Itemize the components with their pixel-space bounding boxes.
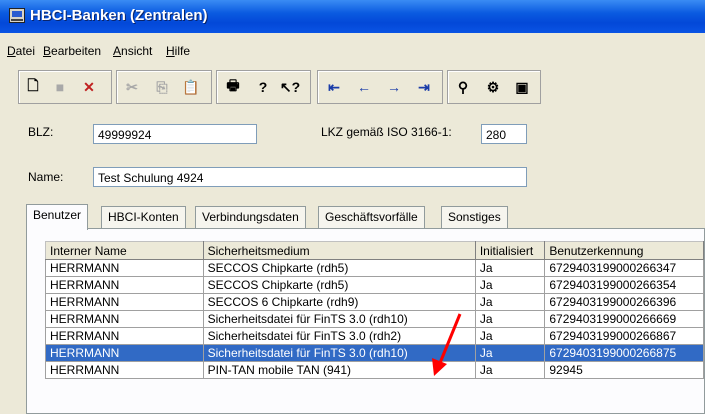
menu-ansicht[interactable]: Ansicht — [113, 44, 152, 58]
cut-icon[interactable]: ✂ — [121, 77, 143, 97]
menu-hilfe[interactable]: Hilfe — [166, 44, 190, 58]
cell-initialisiert: Ja — [474, 276, 546, 294]
tab-verbindungsdaten[interactable]: Verbindungsdaten — [195, 206, 306, 229]
cell-benutzerkennung: 6729403199000266354 — [544, 276, 704, 294]
table-header-row: Interner Name Sicherheitsmedium Initiali… — [45, 241, 704, 260]
new-document-icon[interactable]: 🗋 — [22, 77, 44, 97]
cell-interner-name: HERRMANN — [45, 293, 204, 311]
toolbar: 🗋 ■ ✕ ✂ ⎘ 📋 🖶 ? ↖? ⇤ ← → ⇥ ⚲ ⚙ ▣ — [0, 67, 705, 107]
column-header-benutzerkennung[interactable]: Benutzerkennung — [544, 241, 704, 260]
menu-bar: Datei Bearbeiten Ansicht Hilfe — [0, 33, 705, 67]
cell-interner-name: HERRMANN — [45, 310, 204, 328]
lkz-label: LKZ gemäß ISO 3166-1: — [321, 125, 452, 139]
column-header-initialisiert[interactable]: Initialisiert — [474, 241, 546, 260]
delete-icon[interactable]: ✕ — [78, 77, 100, 97]
name-field[interactable]: Test Schulung 4924 — [93, 167, 527, 187]
title-bar[interactable]: HBCI-Banken (Zentralen) — [0, 0, 705, 33]
save-icon[interactable]: ■ — [49, 77, 71, 97]
app-window: HBCI-Banken (Zentralen) Datei Bearbeiten… — [0, 0, 705, 414]
tab-geschaeftsvorfaelle[interactable]: Geschäftsvorfälle — [318, 206, 425, 229]
cell-interner-name: HERRMANN — [45, 327, 204, 345]
first-record-icon[interactable]: ⇤ — [323, 77, 345, 97]
cell-benutzerkennung: 6729403199000266396 — [544, 293, 704, 311]
table-row[interactable]: HERRMANN Sicherheitsdatei für FinTS 3.0 … — [45, 327, 704, 345]
cell-initialisiert: Ja — [474, 344, 546, 362]
cell-initialisiert: Ja — [474, 327, 546, 345]
tab-panel-benutzer: Interner Name Sicherheitsmedium Initiali… — [26, 228, 705, 414]
menu-datei[interactable]: Datei — [7, 44, 35, 58]
window-icon[interactable]: ▣ — [511, 77, 533, 97]
name-label: Name: — [28, 170, 64, 184]
print-icon[interactable]: 🖶 — [222, 77, 244, 97]
blz-field[interactable]: 49999924 — [93, 124, 257, 144]
cell-sicherheitsmedium: Sicherheitsdatei für FinTS 3.0 (rdh10) — [202, 310, 476, 328]
tab-sonstiges[interactable]: Sonstiges — [441, 206, 508, 229]
table-row[interactable]: HERRMANN SECCOS Chipkarte (rdh5) Ja 6729… — [45, 276, 704, 294]
last-record-icon[interactable]: ⇥ — [413, 77, 435, 97]
search-icon[interactable]: ⚲ — [452, 77, 474, 97]
tab-benutzer[interactable]: Benutzer — [26, 204, 89, 230]
app-icon — [9, 8, 25, 23]
cell-sicherheitsmedium: Sicherheitsdatei für FinTS 3.0 (rdh10) — [202, 344, 476, 362]
lkz-field[interactable]: 280 — [481, 124, 527, 144]
toolbar-group-clipboard: ✂ ⎘ 📋 — [116, 70, 212, 104]
paste-icon[interactable]: 📋 — [180, 77, 202, 97]
toolbar-group-print-help: 🖶 ? ↖? — [216, 70, 311, 104]
toolbar-group-tools: ⚲ ⚙ ▣ — [447, 70, 541, 104]
cell-benutzerkennung: 6729403199000266875 — [544, 344, 704, 362]
copy-icon[interactable]: ⎘ — [151, 77, 173, 97]
cell-sicherheitsmedium: SECCOS Chipkarte (rdh5) — [202, 276, 476, 294]
tab-hbci-konten[interactable]: HBCI-Konten — [101, 206, 186, 229]
cell-initialisiert: Ja — [474, 361, 546, 379]
cell-sicherheitsmedium: SECCOS Chipkarte (rdh5) — [202, 259, 476, 277]
table-row[interactable]: HERRMANN SECCOS 6 Chipkarte (rdh9) Ja 67… — [45, 293, 704, 311]
tools-icon[interactable]: ⚙ — [482, 77, 504, 97]
help-icon[interactable]: ? — [252, 77, 274, 97]
column-header-sicherheitsmedium[interactable]: Sicherheitsmedium — [202, 241, 476, 260]
cell-initialisiert: Ja — [474, 310, 546, 328]
cell-benutzerkennung: 92945 — [544, 361, 704, 379]
form-content: BLZ: 49999924 LKZ gemäß ISO 3166-1: 280 … — [0, 107, 705, 414]
cell-interner-name: HERRMANN — [45, 276, 204, 294]
users-table: Interner Name Sicherheitsmedium Initiali… — [45, 241, 704, 379]
cell-interner-name: HERRMANN — [45, 344, 204, 362]
toolbar-group-navigation: ⇤ ← → ⇥ — [317, 70, 443, 104]
context-help-icon[interactable]: ↖? — [279, 77, 301, 97]
toolbar-group-edit: 🗋 ■ ✕ — [18, 70, 112, 104]
menu-bearbeiten[interactable]: Bearbeiten — [43, 44, 101, 58]
previous-record-icon[interactable]: ← — [353, 77, 375, 97]
column-header-interner-name[interactable]: Interner Name — [45, 241, 204, 260]
window-title: HBCI-Banken (Zentralen) — [30, 7, 208, 24]
cell-interner-name: HERRMANN — [45, 259, 204, 277]
cell-benutzerkennung: 6729403199000266669 — [544, 310, 704, 328]
blz-label: BLZ: — [28, 125, 54, 139]
cell-benutzerkennung: 6729403199000266867 — [544, 327, 704, 345]
table-row[interactable]: HERRMANN Sicherheitsdatei für FinTS 3.0 … — [45, 310, 704, 328]
table-row[interactable]: HERRMANN SECCOS Chipkarte (rdh5) Ja 6729… — [45, 259, 704, 277]
next-record-icon[interactable]: → — [383, 77, 405, 97]
cell-sicherheitsmedium: Sicherheitsdatei für FinTS 3.0 (rdh2) — [202, 327, 476, 345]
cell-sicherheitsmedium: PIN-TAN mobile TAN (941) — [202, 361, 476, 379]
cell-sicherheitsmedium: SECCOS 6 Chipkarte (rdh9) — [202, 293, 476, 311]
cell-interner-name: HERRMANN — [45, 361, 204, 379]
table-row-selected[interactable]: HERRMANN Sicherheitsdatei für FinTS 3.0 … — [45, 344, 704, 362]
cell-initialisiert: Ja — [474, 293, 546, 311]
cell-initialisiert: Ja — [474, 259, 546, 277]
table-row[interactable]: HERRMANN PIN-TAN mobile TAN (941) Ja 929… — [45, 361, 704, 379]
cell-benutzerkennung: 6729403199000266347 — [544, 259, 704, 277]
